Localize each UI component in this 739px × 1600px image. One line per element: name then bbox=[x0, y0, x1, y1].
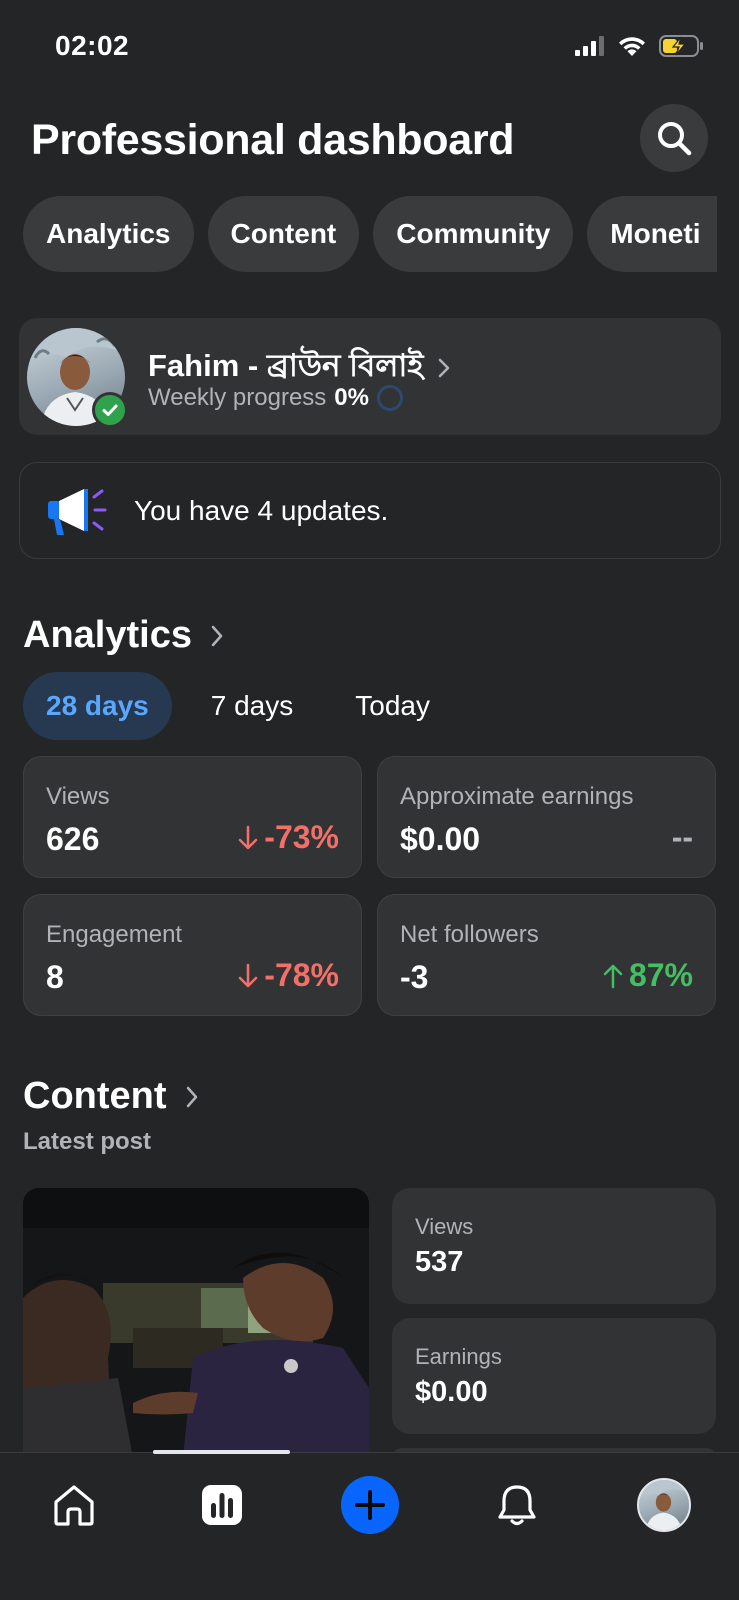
post-earnings-label: Earnings bbox=[415, 1344, 502, 1369]
search-button[interactable] bbox=[640, 104, 708, 172]
chevron-right-icon bbox=[439, 358, 450, 378]
analytics-section-header[interactable]: Analytics bbox=[23, 614, 224, 657]
bell-icon bbox=[498, 1485, 536, 1526]
battery-charging-icon bbox=[659, 35, 703, 57]
weekly-progress: Weekly progress 0% bbox=[148, 384, 403, 412]
section-chips: Analytics Content Community Moneti bbox=[23, 196, 718, 272]
stat-card-views[interactable]: Views 626 -73% bbox=[23, 756, 362, 878]
tab-today[interactable]: Today bbox=[332, 672, 453, 740]
stat-change: -78% bbox=[238, 957, 339, 994]
page-title: Professional dashboard bbox=[31, 116, 515, 164]
search-icon bbox=[658, 122, 692, 156]
post-views-card[interactable]: Views 537 bbox=[392, 1188, 716, 1304]
stat-label: Engagement bbox=[46, 921, 183, 948]
dashboard-icon bbox=[202, 1485, 242, 1525]
stat-label: Net followers bbox=[400, 921, 539, 948]
bottom-navigation bbox=[0, 1450, 739, 1600]
latest-post-label: Latest post bbox=[23, 1128, 152, 1155]
status-bar: 02:02 bbox=[0, 0, 739, 95]
stat-value: -3 bbox=[400, 959, 429, 995]
stat-value: $0.00 bbox=[400, 821, 481, 857]
progress-ring-icon bbox=[376, 385, 403, 411]
verified-badge bbox=[92, 392, 128, 428]
avatar-photo bbox=[639, 1480, 689, 1530]
updates-card[interactable]: You have 4 updates. bbox=[19, 462, 721, 559]
content-title: Content bbox=[23, 1075, 167, 1117]
post-photo bbox=[23, 1188, 369, 1458]
stat-card-engagement[interactable]: Engagement 8 -78% bbox=[23, 894, 362, 1016]
stat-card-net-followers[interactable]: Net followers -3 87% bbox=[377, 894, 716, 1016]
status-icons bbox=[575, 34, 705, 58]
stat-change: -- bbox=[672, 819, 693, 856]
cellular-signal-icon bbox=[575, 36, 604, 56]
tab-28-days[interactable]: 28 days bbox=[23, 672, 172, 740]
professional-dashboard-screen: 02:02 Professional dashboard Analytics C… bbox=[0, 0, 739, 1600]
post-earnings-card[interactable]: Earnings $0.00 bbox=[392, 1318, 716, 1434]
nav-notifications[interactable] bbox=[487, 1475, 547, 1535]
plus-icon bbox=[355, 1490, 385, 1520]
post-views-value: 537 bbox=[415, 1246, 464, 1278]
weekly-progress-value: 0% bbox=[334, 384, 369, 411]
nav-dashboard[interactable] bbox=[192, 1475, 252, 1535]
nav-home[interactable] bbox=[44, 1475, 104, 1535]
stat-change-value: -- bbox=[671, 819, 693, 855]
tab-7-days[interactable]: 7 days bbox=[188, 672, 317, 740]
nav-profile[interactable] bbox=[634, 1475, 694, 1535]
stat-label: Views bbox=[46, 783, 110, 810]
updates-text: You have 4 updates. bbox=[134, 495, 389, 526]
create-button[interactable] bbox=[341, 1476, 399, 1534]
stat-change-value: -73% bbox=[264, 819, 339, 855]
stat-change-value: 87% bbox=[628, 957, 693, 993]
time-range-tabs: 28 days 7 days Today bbox=[23, 672, 469, 740]
wifi-icon bbox=[619, 37, 645, 56]
content-section-header[interactable]: Content bbox=[23, 1075, 199, 1118]
stat-change: -73% bbox=[238, 819, 339, 856]
megaphone-icon bbox=[48, 489, 107, 535]
post-views-label: Views bbox=[415, 1214, 474, 1239]
stat-change: 87% bbox=[603, 957, 693, 994]
nav-create[interactable] bbox=[340, 1475, 400, 1535]
weekly-progress-label: Weekly progress bbox=[148, 384, 327, 411]
status-time: 02:02 bbox=[55, 30, 130, 61]
active-tab-indicator bbox=[153, 1450, 290, 1454]
arrow-down-icon bbox=[239, 825, 258, 849]
post-earnings-value: $0.00 bbox=[415, 1376, 488, 1408]
chevron-right-icon bbox=[211, 625, 223, 646]
chip-analytics[interactable]: Analytics bbox=[23, 196, 194, 272]
arrow-up-icon bbox=[603, 964, 623, 988]
chip-community[interactable]: Community bbox=[373, 196, 574, 272]
profile-avatar bbox=[637, 1478, 691, 1532]
arrow-down-icon bbox=[239, 963, 258, 987]
stat-card-approximate-earnings[interactable]: Approximate earnings $0.00 -- bbox=[377, 756, 716, 878]
stat-value: 8 bbox=[46, 959, 64, 995]
home-icon bbox=[54, 1485, 94, 1526]
checkmark-icon bbox=[102, 404, 118, 416]
header: Professional dashboard bbox=[0, 100, 739, 180]
stat-change-value: -78% bbox=[264, 957, 339, 993]
chip-monetization[interactable]: Moneti bbox=[587, 196, 718, 272]
chevron-right-icon bbox=[186, 1086, 197, 1107]
stat-value: 626 bbox=[46, 821, 100, 857]
profile-card[interactable]: Fahim - ব্রাউন বিলাই Weekly progress 0% bbox=[19, 318, 721, 435]
latest-post-thumbnail[interactable] bbox=[23, 1188, 369, 1458]
stat-label: Approximate earnings bbox=[400, 783, 634, 810]
chip-content[interactable]: Content bbox=[207, 196, 360, 272]
analytics-title: Analytics bbox=[23, 614, 192, 656]
